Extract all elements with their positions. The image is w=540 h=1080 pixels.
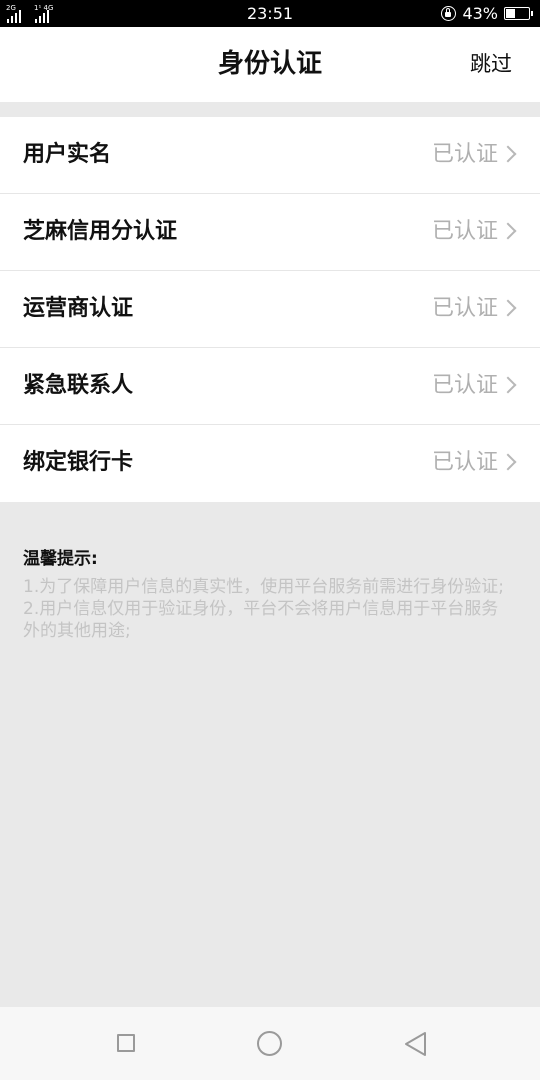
recent-apps-icon[interactable] bbox=[117, 1034, 135, 1052]
item-status: 已认证 bbox=[431, 450, 498, 475]
list-item-real-name[interactable]: 用户实名 已认证 bbox=[0, 117, 540, 194]
chevron-right-icon bbox=[499, 222, 517, 240]
battery-percent: 43% bbox=[462, 4, 498, 23]
status-right: 43% bbox=[441, 3, 533, 24]
tip-line-2: 2.用户信息仅用于验证身份，平台不会将用户信息用于平台服务外的其他用途; bbox=[23, 599, 499, 641]
item-label: 用户实名 bbox=[23, 142, 112, 167]
tip-line-1: 1.为了保障用户信息的真实性，使用平台服务前需进行身份验证; bbox=[23, 577, 504, 597]
item-label: 芝麻信用分认证 bbox=[23, 219, 178, 244]
chevron-right-icon bbox=[499, 299, 517, 317]
header: 身份认证 跳过 bbox=[0, 27, 540, 102]
page-title: 身份认证 bbox=[217, 49, 322, 79]
skip-button[interactable]: 跳过 bbox=[470, 27, 512, 102]
tips-title: 温馨提示: bbox=[23, 549, 98, 569]
home-icon[interactable] bbox=[257, 1031, 282, 1056]
verification-list: 用户实名 已认证 芝麻信用分认证 已认证 运营商认证 已认证 紧急联系人 已认证… bbox=[0, 117, 540, 502]
item-label: 紧急联系人 bbox=[23, 373, 134, 398]
list-item-sesame-credit[interactable]: 芝麻信用分认证 已认证 bbox=[0, 194, 540, 271]
lock-rotation-icon bbox=[441, 6, 457, 21]
tips-text: 1.为了保障用户信息的真实性，使用平台服务前需进行身份验证; 2.用户信息仅用于… bbox=[23, 576, 515, 642]
list-item-bank-card[interactable]: 绑定银行卡 已认证 bbox=[0, 425, 540, 502]
divider bbox=[0, 102, 540, 117]
list-item-emergency-contact[interactable]: 紧急联系人 已认证 bbox=[0, 348, 540, 425]
chevron-right-icon bbox=[499, 453, 517, 471]
item-status: 已认证 bbox=[431, 296, 498, 321]
status-bar: 2G 1¹ 4G 23:51 43% bbox=[0, 0, 540, 27]
battery-icon bbox=[504, 7, 533, 20]
item-status: 已认证 bbox=[431, 373, 498, 398]
item-label: 运营商认证 bbox=[23, 296, 134, 321]
back-icon[interactable] bbox=[403, 1031, 427, 1061]
item-status: 已认证 bbox=[431, 142, 498, 167]
chevron-right-icon bbox=[499, 145, 517, 163]
item-label: 绑定银行卡 bbox=[23, 450, 134, 475]
item-status: 已认证 bbox=[431, 219, 498, 244]
chevron-right-icon bbox=[499, 376, 517, 394]
navigation-bar bbox=[0, 1007, 540, 1080]
list-item-carrier[interactable]: 运营商认证 已认证 bbox=[0, 271, 540, 348]
